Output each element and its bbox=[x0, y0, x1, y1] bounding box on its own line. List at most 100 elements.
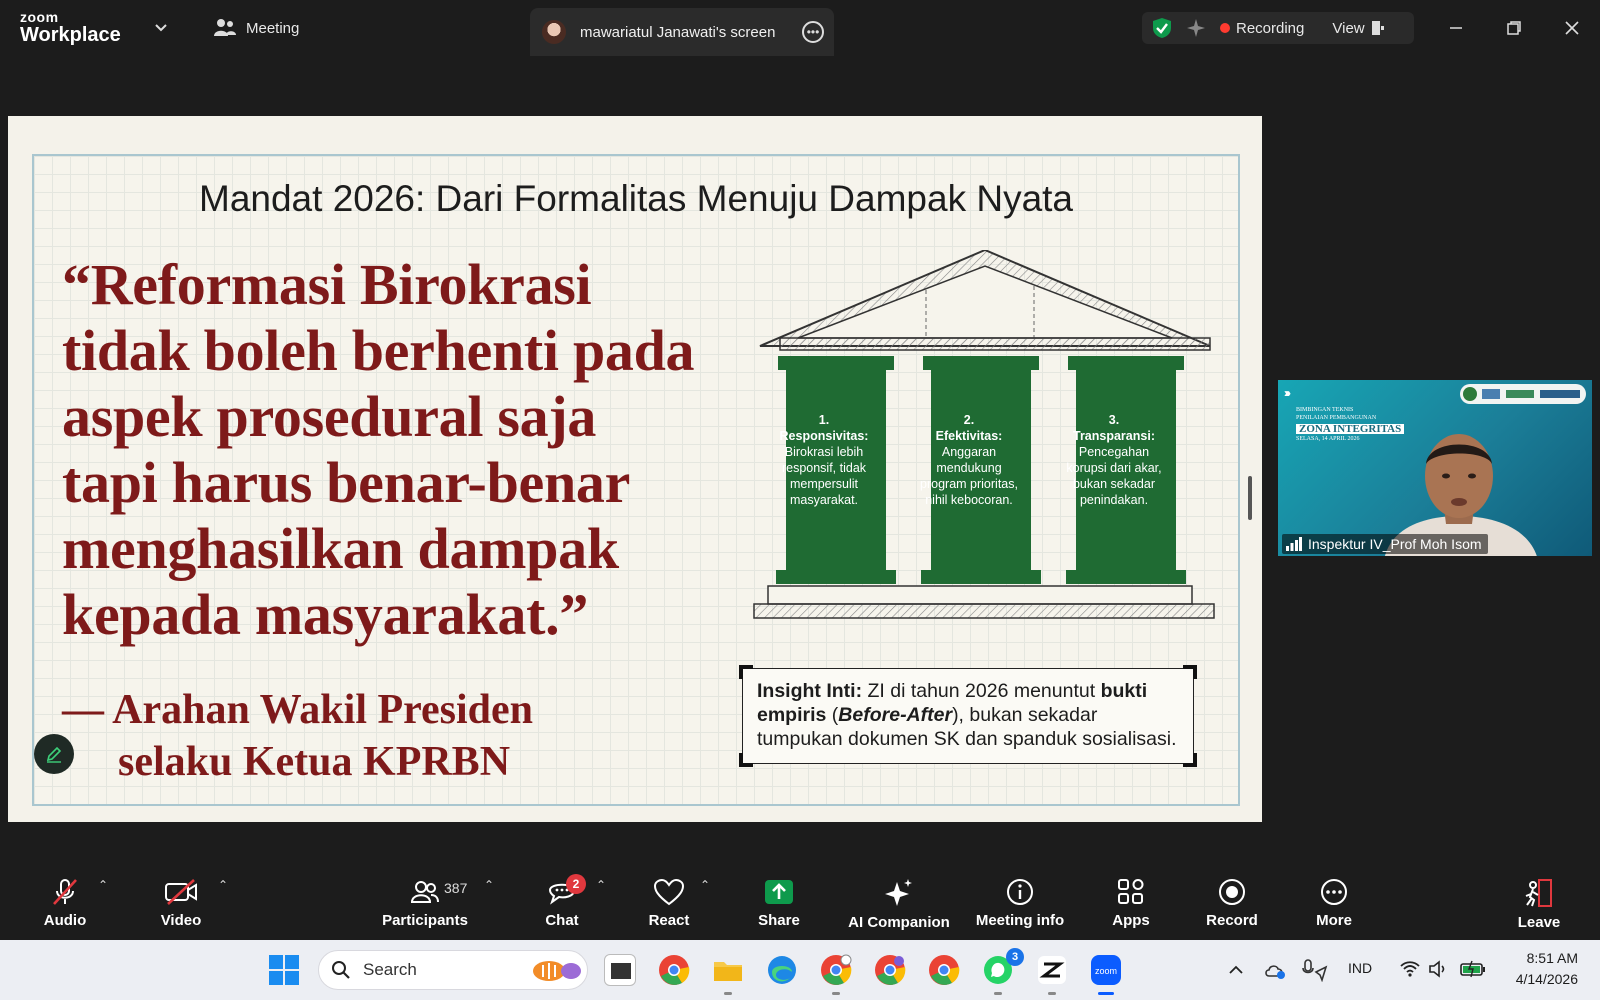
running-indicator bbox=[724, 992, 732, 995]
system-clock[interactable]: 8:51 AM 4/14/2026 bbox=[1516, 948, 1578, 990]
meeting-menu-button[interactable]: Meeting bbox=[214, 18, 299, 38]
chat-label: Chat bbox=[545, 912, 579, 929]
people-icon bbox=[214, 19, 236, 36]
insight-box: Insight Inti: ZI di tahun 2026 menuntut … bbox=[739, 665, 1197, 767]
chevron-down-icon[interactable] bbox=[154, 20, 168, 34]
microphone-muted-icon bbox=[53, 879, 77, 905]
chrome-profile-icon[interactable] bbox=[874, 954, 906, 986]
react-options-caret-icon[interactable]: ⌃ bbox=[700, 878, 710, 892]
running-indicator bbox=[1048, 992, 1056, 995]
apps-grid-icon bbox=[1118, 879, 1144, 904]
weather-cloud-icon[interactable] bbox=[1264, 960, 1286, 980]
meeting-info-button[interactable]: Meeting info bbox=[970, 866, 1070, 940]
wifi-icon[interactable] bbox=[1400, 960, 1420, 978]
participants-options-caret-icon[interactable]: ⌃ bbox=[484, 878, 494, 892]
quote-line: kepada masyarakat.” bbox=[62, 582, 589, 647]
audio-button[interactable]: Audio bbox=[40, 866, 90, 940]
participant-video-tile[interactable]: ›››› BIMBINGAN TEKNIS PENILAIAN PEMBANGU… bbox=[1278, 380, 1592, 556]
quote-attribution: — Arahan Wakil Presiden selaku Ketua KPR… bbox=[62, 684, 742, 788]
insight-italic: Before-After bbox=[838, 704, 953, 726]
more-options-icon[interactable]: ••• bbox=[802, 21, 824, 43]
chrome-icon[interactable] bbox=[658, 954, 690, 986]
windows-start-icon[interactable] bbox=[268, 954, 300, 986]
chat-options-caret-icon[interactable]: ⌃ bbox=[596, 878, 606, 892]
ai-companion-button[interactable]: AI Companion bbox=[846, 866, 952, 940]
slide-frame: Mandat 2026: Dari Formalitas Menuju Damp… bbox=[32, 154, 1240, 806]
presentation-slide: Mandat 2026: Dari Formalitas Menuju Damp… bbox=[8, 116, 1262, 822]
zoom-app-icon[interactable]: zoom bbox=[1090, 954, 1122, 986]
video-button[interactable]: Video bbox=[155, 866, 207, 940]
audio-label: Audio bbox=[43, 912, 87, 929]
quote-line: tapi harus benar-benar bbox=[62, 450, 631, 515]
running-indicator bbox=[994, 992, 1002, 995]
volume-icon[interactable] bbox=[1428, 960, 1448, 978]
search-icon bbox=[332, 961, 350, 979]
more-button[interactable]: More bbox=[1312, 866, 1356, 940]
camera-off-icon bbox=[165, 879, 197, 905]
recording-status-bar: Recording View bbox=[1142, 12, 1414, 44]
shield-check-icon[interactable] bbox=[1152, 17, 1172, 39]
participants-count: 387 bbox=[444, 880, 468, 896]
react-label: React bbox=[648, 912, 690, 929]
meeting-info-label: Meeting info bbox=[975, 912, 1065, 929]
whatsapp-badge: 3 bbox=[1006, 948, 1024, 966]
annotate-pencil-icon[interactable] bbox=[34, 734, 74, 774]
capcut-icon[interactable] bbox=[1036, 954, 1068, 986]
pillar-title: Transparansi: bbox=[1073, 429, 1155, 443]
view-label: View bbox=[1332, 19, 1365, 37]
react-button[interactable]: React bbox=[644, 866, 694, 940]
record-button[interactable]: Record bbox=[1206, 866, 1258, 940]
meeting-toolbar: Audio ⌃ Video ⌃ Participants 387 ⌃ Chat … bbox=[0, 866, 1600, 940]
participant-name: Inspektur IV_Prof Moh Isom bbox=[1308, 536, 1482, 552]
search-placeholder: Search bbox=[363, 960, 417, 979]
attribution-line-2: selaku Ketua KPRBN bbox=[118, 739, 511, 785]
tray-expand-icon[interactable] bbox=[1228, 962, 1244, 978]
microphone-location-icon[interactable] bbox=[1302, 958, 1328, 982]
video-options-caret-icon[interactable]: ⌃ bbox=[218, 878, 228, 892]
quote-line: aspek prosedural saja bbox=[62, 384, 597, 449]
close-icon[interactable] bbox=[1558, 14, 1586, 42]
pillar-body: Birokrasi lebih responsif, tidak mempers… bbox=[781, 445, 867, 507]
audio-options-caret-icon[interactable]: ⌃ bbox=[98, 878, 108, 892]
participants-button[interactable]: Participants bbox=[380, 866, 470, 940]
view-button[interactable]: View bbox=[1332, 20, 1384, 37]
minimize-icon[interactable] bbox=[1442, 14, 1470, 42]
pillar-body: Anggaran mendukung program prioritas, ni… bbox=[920, 445, 1018, 507]
battery-charging-icon[interactable] bbox=[1460, 960, 1486, 978]
pillar-text-1: 1. Responsivitas: Birokrasi lebih respon… bbox=[772, 412, 876, 508]
recording-label: Recording bbox=[1236, 19, 1305, 37]
share-button[interactable]: Share bbox=[754, 866, 804, 940]
running-indicator bbox=[1098, 992, 1114, 995]
task-view-icon[interactable] bbox=[604, 954, 636, 986]
ai-sparkle-icon bbox=[885, 879, 912, 906]
share-label: Share bbox=[758, 912, 800, 929]
recording-indicator[interactable]: Recording bbox=[1220, 20, 1304, 37]
panel-resize-handle[interactable] bbox=[1248, 476, 1252, 520]
record-label: Record bbox=[1206, 912, 1258, 929]
logo-workplace-text: Workplace bbox=[20, 24, 121, 46]
edge-icon[interactable] bbox=[766, 954, 798, 986]
quote-line: tidak boleh berhenti pada bbox=[62, 318, 695, 383]
chrome-profile-icon[interactable] bbox=[820, 954, 852, 986]
video-label: Video bbox=[160, 912, 202, 929]
clock-time: 8:51 AM bbox=[1526, 950, 1578, 966]
pillar-number: 1. bbox=[818, 413, 830, 427]
shared-screen-tab[interactable]: mawariatul Janawati's screen ••• bbox=[530, 8, 834, 56]
zoom-workplace-logo: zoom Workplace bbox=[20, 10, 121, 45]
sparkle-icon[interactable] bbox=[1186, 18, 1206, 38]
attribution-line-1: — Arahan Wakil Presiden bbox=[62, 687, 534, 733]
recording-dot-icon bbox=[1220, 22, 1230, 33]
leave-label: Leave bbox=[1517, 914, 1561, 931]
restore-icon[interactable] bbox=[1500, 14, 1528, 42]
quote-line: menghasilkan dampak bbox=[62, 516, 619, 581]
apps-button[interactable]: Apps bbox=[1108, 866, 1154, 940]
language-indicator[interactable]: IND bbox=[1348, 960, 1372, 976]
file-explorer-icon[interactable] bbox=[712, 954, 744, 986]
taskbar-search[interactable]: Search bbox=[318, 950, 588, 990]
shared-screen-label: mawariatul Janawati's screen bbox=[580, 23, 776, 41]
leave-button[interactable]: Leave bbox=[1516, 866, 1562, 940]
pillar-text-3: 3. Transparansi: Pencegahan korupsi dari… bbox=[1062, 412, 1166, 508]
signal-strength-icon bbox=[1286, 537, 1302, 551]
clock-date: 4/14/2026 bbox=[1515, 971, 1578, 987]
chrome-profile-icon[interactable] bbox=[928, 954, 960, 986]
